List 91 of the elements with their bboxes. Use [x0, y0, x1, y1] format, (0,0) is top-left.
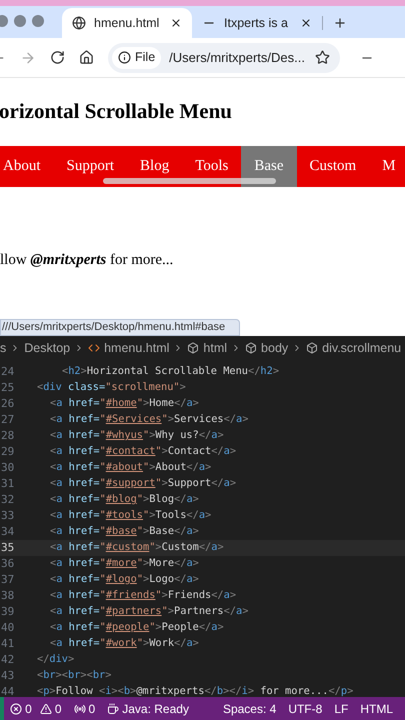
- breadcrumb-item[interactable]: s: [0, 338, 6, 358]
- status-item[interactable]: UTF-8: [288, 700, 322, 718]
- menu-link[interactable]: About: [0, 146, 54, 186]
- line-number: 32: [0, 492, 16, 508]
- broadcast-icon: [74, 702, 86, 714]
- close-icon[interactable]: [300, 17, 312, 29]
- globe-icon: [72, 16, 86, 30]
- code-line: <p>Follow <i><b>@mritxperts</b></i> for more...</p>: [37, 684, 354, 700]
- status-item[interactable]: HTML: [360, 700, 393, 718]
- breadcrumb-item[interactable]: body: [261, 338, 288, 358]
- cube-icon: [306, 342, 318, 354]
- code-line: <a href="#home">Home</a>: [50, 396, 199, 412]
- menu-link[interactable]: Support: [54, 146, 128, 186]
- tab-title: hmenu.html: [94, 14, 160, 32]
- menu-link[interactable]: Tools: [182, 146, 242, 186]
- address-bar[interactable]: File /Users/mritxperts/Des...: [108, 42, 340, 72]
- menu-link[interactable]: Base: [241, 146, 296, 186]
- line-number: 34: [0, 524, 16, 540]
- line-number: 38: [0, 588, 16, 604]
- scrollbar-thumb[interactable]: [103, 178, 276, 184]
- code-line: <a href="#people">People</a>: [50, 620, 224, 636]
- breadcrumb-item[interactable]: hmenu.html: [104, 338, 170, 358]
- status-item[interactable]: LF: [334, 700, 348, 718]
- code-line: <div class="scrollmenu">: [37, 380, 186, 396]
- breadcrumb-item[interactable]: div.scrollmenu: [322, 338, 402, 358]
- close-icon[interactable]: [170, 17, 182, 29]
- breadcrumb-item[interactable]: Desktop: [24, 338, 70, 358]
- reload-icon[interactable]: [50, 50, 65, 65]
- follow-text: llow @mritxperts for more...: [0, 250, 174, 270]
- new-tab-icon[interactable]: [333, 16, 347, 30]
- line-number: 41: [0, 636, 16, 652]
- line-number: 27: [0, 412, 16, 428]
- code-line: <a href="#Services">Services</a>: [50, 412, 248, 428]
- code-line: <a href="#partners">Partners</a>: [50, 604, 248, 620]
- line-number: 35: [0, 540, 16, 556]
- code-line: <a href="#blog">Blog</a>: [50, 492, 199, 508]
- line-number: 24: [0, 364, 16, 380]
- code-line: <h2>Horizontal Scrollable Menu</h2>: [62, 364, 280, 380]
- line-number: 33: [0, 508, 16, 524]
- code-line: <a href="#custom">Custom</a>: [50, 540, 224, 556]
- code-icon: [88, 342, 100, 354]
- page-heading: orizontal Scrollable Menu: [0, 98, 233, 125]
- status-item[interactable]: 0: [74, 700, 96, 718]
- browser-tab[interactable]: hmenu.html: [62, 8, 192, 38]
- line-number: 40: [0, 620, 16, 636]
- line-number: 39: [0, 604, 16, 620]
- code-line: <a href="#more">More</a>: [50, 556, 199, 572]
- line-number: 30: [0, 460, 16, 476]
- menu-link[interactable]: Blog: [127, 146, 182, 186]
- cube-icon: [187, 342, 200, 354]
- link-preview: ///Users/mritxperts/Desktop/hmenu.html#base: [0, 319, 240, 336]
- line-number: 26: [0, 396, 16, 412]
- url-text: /Users/mritxperts/Des...: [169, 48, 306, 67]
- code-line: <a href="#contact">Contact</a>: [50, 444, 236, 460]
- line-number: 28: [0, 428, 16, 444]
- menu-link[interactable]: M: [369, 146, 405, 186]
- line-number: 25: [0, 380, 16, 396]
- home-icon[interactable]: [79, 50, 94, 65]
- code-line: <a href="#whyus">Why us?</a>: [50, 428, 224, 444]
- code-line: <a href="#friends">Friends</a>: [50, 588, 236, 604]
- site-info-chip[interactable]: File: [112, 46, 162, 68]
- tab-title: Itxperts is a: [224, 14, 289, 32]
- line-number: 42: [0, 652, 16, 668]
- code-line: <a href="#tools">Tools</a>: [50, 508, 212, 524]
- line-number: 44: [0, 684, 16, 700]
- breadcrumb-item[interactable]: html: [203, 338, 228, 358]
- line-number: 31: [0, 476, 16, 492]
- info-icon: [118, 51, 131, 64]
- status-item[interactable]: Java: Ready: [107, 700, 189, 718]
- coffee-icon: [107, 702, 120, 714]
- line-number: 29: [0, 444, 16, 460]
- code-line: <a href="#base">Base</a>: [50, 524, 199, 540]
- cube-icon: [245, 342, 258, 354]
- line-number: 37: [0, 572, 16, 588]
- menu-link[interactable]: Custom: [296, 146, 370, 186]
- warning-icon: [40, 702, 52, 714]
- code-line: <a href="#work">Work</a>: [50, 636, 199, 652]
- code-line: <br><br><br>: [37, 668, 112, 684]
- code-line: <a href="#support">Support</a>: [50, 476, 236, 492]
- star-icon[interactable]: [315, 50, 330, 65]
- chip-label: File: [135, 49, 156, 66]
- line-number: 43: [0, 668, 16, 684]
- status-item[interactable]: 0: [10, 700, 32, 718]
- error-icon: [10, 702, 22, 714]
- status-item[interactable]: Spaces: 4: [222, 700, 276, 718]
- code-line: </div>: [37, 652, 74, 668]
- status-item[interactable]: 0: [40, 700, 62, 718]
- line-number: 36: [0, 556, 16, 572]
- code-line: <a href="#logo">Logo</a>: [50, 572, 199, 588]
- browser-tab[interactable]: Itxperts is a: [192, 8, 322, 38]
- code-line: <a href="#about">About</a>: [50, 460, 212, 476]
